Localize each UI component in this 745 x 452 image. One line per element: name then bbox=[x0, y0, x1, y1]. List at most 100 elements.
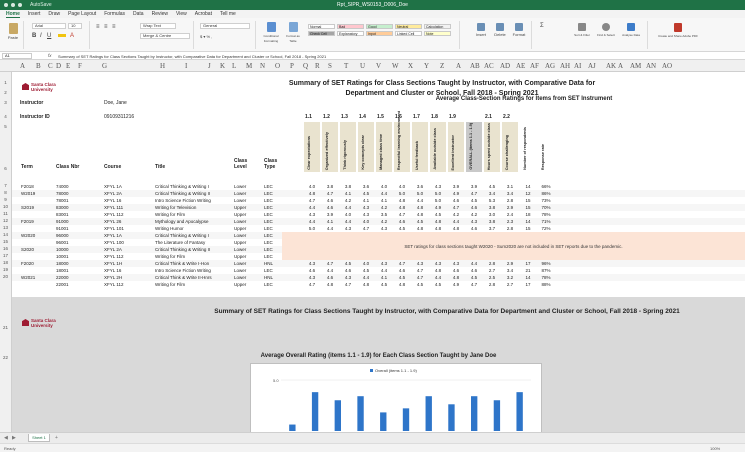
cell-style-normal[interactable]: Normal bbox=[308, 24, 335, 29]
column-header-k[interactable]: K bbox=[220, 62, 225, 70]
cell-style-neutral[interactable]: Neutral bbox=[395, 24, 422, 29]
column-header-am[interactable]: AM bbox=[630, 62, 641, 70]
row-header-5[interactable]: 5 bbox=[0, 124, 11, 129]
column-header-z[interactable]: Z bbox=[440, 62, 444, 70]
menu-tab-review[interactable]: Review bbox=[152, 11, 168, 17]
menu-tab-draw[interactable]: Draw bbox=[48, 11, 60, 17]
formula-input[interactable]: Summary of SET Ratings for Class Section… bbox=[58, 54, 326, 59]
table-row[interactable]: 78001 XFYL 16 Intro Science Fiction Writin… bbox=[12, 197, 745, 204]
bold-button[interactable]: B bbox=[32, 33, 36, 39]
column-header-a[interactable]: A bbox=[618, 62, 623, 70]
underline-button[interactable]: U bbox=[47, 33, 51, 39]
column-header-ae[interactable]: AE bbox=[516, 62, 525, 70]
zoom-level[interactable]: 100% bbox=[710, 446, 720, 451]
chart-bar[interactable] bbox=[402, 408, 410, 431]
fill-color-button[interactable] bbox=[58, 34, 66, 37]
font-color-button[interactable]: A bbox=[70, 33, 74, 39]
fx-icon[interactable]: fx bbox=[48, 53, 52, 58]
align-left-icon[interactable]: ≡ bbox=[96, 24, 100, 30]
row-header-6[interactable]: 6 bbox=[0, 166, 11, 171]
chart-bar[interactable] bbox=[425, 396, 432, 431]
create-share-pdf-button[interactable]: Create and Share Adobe PDF bbox=[656, 23, 700, 38]
sheet-tab[interactable]: Sheet 1 bbox=[28, 434, 50, 442]
row-header-17[interactable]: 17 bbox=[0, 253, 11, 258]
row-header-8[interactable]: 8 bbox=[0, 190, 11, 195]
table-row[interactable]: F2019 91000 XFYL 26 Mythology and Apocalyps… bbox=[12, 218, 745, 225]
table-row[interactable]: W2019 78000 XFYL 2A Critical Thinking & Wri… bbox=[12, 190, 745, 197]
cell-style-calculation[interactable]: Calculation bbox=[424, 24, 451, 29]
row-header-9[interactable]: 9 bbox=[0, 197, 11, 202]
column-header-ak[interactable]: AK bbox=[606, 62, 616, 70]
row-header-16[interactable]: 16 bbox=[0, 246, 11, 251]
column-header-q[interactable]: Q bbox=[303, 62, 308, 70]
column-header-af[interactable]: AF bbox=[530, 62, 539, 70]
chart-bar[interactable] bbox=[493, 400, 501, 431]
table-row[interactable]: F2020 18000 XFYL 1H Critical Think & Write … bbox=[12, 260, 745, 267]
cell-style-linked-cell[interactable]: Linked Cell bbox=[395, 31, 422, 36]
column-header-m[interactable]: M bbox=[246, 62, 252, 70]
wrap-text-button[interactable]: Wrap Text bbox=[140, 23, 176, 29]
menu-tab-home[interactable]: Home bbox=[6, 11, 20, 18]
bar-chart[interactable]: Overall (items 1.1 - 1.9) 5.0 bbox=[250, 363, 542, 432]
analyse-data-button[interactable]: Analyse Data bbox=[620, 23, 642, 37]
delete-cells-button[interactable]: Delete bbox=[491, 23, 509, 37]
chart-bar[interactable] bbox=[471, 396, 478, 431]
menu-tab-insert[interactable]: Insert bbox=[28, 11, 41, 17]
chart-bar[interactable] bbox=[357, 396, 364, 431]
row-header-14[interactable]: 14 bbox=[0, 232, 11, 237]
row-header-3[interactable]: 3 bbox=[0, 100, 11, 105]
chart-bar[interactable] bbox=[289, 424, 296, 431]
row-header-20[interactable]: 20 bbox=[0, 274, 11, 279]
align-right-icon[interactable]: ≡ bbox=[112, 24, 116, 30]
column-header-ad[interactable]: AD bbox=[500, 62, 510, 70]
insert-cells-button[interactable]: Insert bbox=[472, 23, 490, 37]
column-header-p[interactable]: P bbox=[290, 62, 294, 70]
chart-bar[interactable] bbox=[311, 392, 319, 431]
menu-tab-formulas[interactable]: Formulas bbox=[104, 11, 125, 17]
table-row[interactable]: 91001 XFYL 101 Writing Humor Upper LEC 5.0 4.4… bbox=[12, 225, 745, 232]
chart-bar[interactable] bbox=[334, 400, 341, 431]
cell-style-good[interactable]: Good bbox=[366, 24, 393, 29]
column-header-x[interactable]: X bbox=[408, 62, 413, 70]
column-header-n[interactable]: N bbox=[260, 62, 265, 70]
menu-tab-page-layout[interactable]: Page Layout bbox=[68, 11, 96, 17]
column-header-r[interactable]: R bbox=[315, 62, 320, 70]
column-header-ac[interactable]: AC bbox=[484, 62, 494, 70]
table-row[interactable]: W2021 22000 XFYL 2H Critical Think & Write … bbox=[12, 274, 745, 281]
column-header-ai[interactable]: AI bbox=[574, 62, 581, 70]
row-header-2[interactable]: 2 bbox=[0, 90, 11, 95]
column-header-y[interactable]: Y bbox=[424, 62, 429, 70]
column-header-c[interactable]: C bbox=[48, 62, 53, 70]
chart-bar[interactable] bbox=[448, 404, 455, 431]
row-header-19[interactable]: 19 bbox=[0, 267, 11, 272]
find-select-button[interactable]: Find & Select bbox=[596, 23, 616, 37]
row-header-15[interactable]: 15 bbox=[0, 239, 11, 244]
cell-style-bad[interactable]: Bad bbox=[337, 24, 364, 29]
column-header-e[interactable]: E bbox=[66, 62, 70, 70]
column-header-u[interactable]: U bbox=[360, 62, 365, 70]
sort-filter-button[interactable]: Sort & Filter bbox=[572, 23, 592, 37]
italic-button[interactable]: I bbox=[40, 33, 42, 39]
currency-icon[interactable]: $ ▾ % , bbox=[200, 34, 212, 39]
next-sheet-icon[interactable]: ▶ bbox=[12, 435, 16, 441]
row-header-1[interactable]: 1 bbox=[0, 80, 11, 85]
row-header-11[interactable]: 11 bbox=[0, 211, 11, 216]
table-row[interactable]: S2019 83000 XFYL 111 Writing for Television… bbox=[12, 204, 745, 211]
table-row[interactable]: 22001 XFYL 112 Writing for Film Upper LEC 4.7… bbox=[12, 281, 745, 288]
column-header-s[interactable]: S bbox=[328, 62, 332, 70]
row-header-7[interactable]: 7 bbox=[0, 183, 11, 188]
conditional-formatting-button[interactable]: Conditional Formatting bbox=[262, 22, 280, 43]
worksheet-grid[interactable]: Santa Clara University Summary of SET Ra… bbox=[12, 72, 745, 432]
menu-tab-acrobat[interactable]: Acrobat bbox=[195, 11, 212, 17]
column-header-v[interactable]: V bbox=[376, 62, 381, 70]
column-header-a[interactable]: A bbox=[20, 62, 25, 70]
row-header-21[interactable]: 21 bbox=[0, 325, 11, 330]
row-header-4[interactable]: 4 bbox=[0, 114, 11, 119]
row-header-12[interactable]: 12 bbox=[0, 218, 11, 223]
column-header-a[interactable]: A bbox=[456, 62, 461, 70]
column-header-b[interactable]: B bbox=[36, 62, 41, 70]
table-row[interactable]: F2018 74000 XFYL 1A Critical Thinking & Wri… bbox=[12, 183, 745, 190]
column-header-an[interactable]: AN bbox=[646, 62, 656, 70]
menu-tab-view[interactable]: View bbox=[176, 11, 187, 17]
cell-style-check-cell[interactable]: Check Cell bbox=[308, 31, 335, 36]
